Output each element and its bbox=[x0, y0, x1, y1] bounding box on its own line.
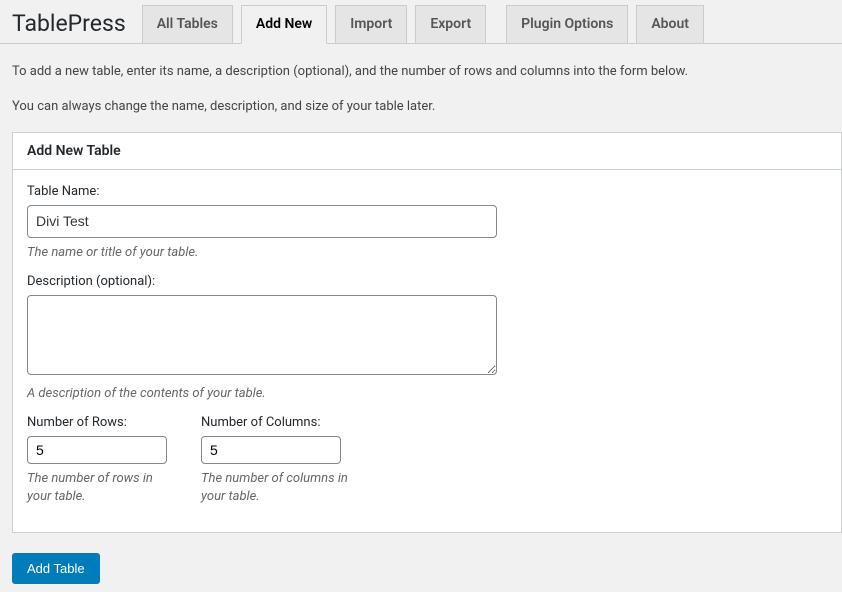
intro-text: To add a new table, enter its name, a de… bbox=[0, 44, 842, 118]
table-name-hint: The name or title of your table. bbox=[27, 244, 827, 262]
columns-input[interactable] bbox=[201, 436, 341, 464]
rows-hint: The number of rows in your table. bbox=[27, 470, 177, 506]
intro-line-2: You can always change the name, descript… bbox=[12, 97, 830, 118]
description-hint: A description of the contents of your ta… bbox=[27, 385, 827, 403]
rows-label: Number of Rows: bbox=[27, 415, 177, 430]
tab-import[interactable]: Import bbox=[335, 5, 407, 44]
rows-input[interactable] bbox=[27, 436, 167, 464]
tab-export[interactable]: Export bbox=[415, 5, 486, 44]
nav-tab-bar: TablePress All Tables Add New Import Exp… bbox=[0, 0, 842, 44]
tab-plugin-options[interactable]: Plugin Options bbox=[506, 5, 628, 44]
intro-line-1: To add a new table, enter its name, a de… bbox=[12, 62, 830, 83]
columns-label: Number of Columns: bbox=[201, 415, 351, 430]
box-title: Add New Table bbox=[13, 133, 841, 170]
tab-all-tables[interactable]: All Tables bbox=[142, 5, 233, 44]
table-name-label: Table Name: bbox=[27, 184, 827, 199]
tab-add-new[interactable]: Add New bbox=[241, 5, 327, 44]
page-title: TablePress bbox=[0, 0, 138, 43]
table-name-input[interactable] bbox=[27, 205, 497, 238]
add-table-box: Add New Table Table Name: The name or ti… bbox=[12, 132, 842, 534]
columns-hint: The number of columns in your table. bbox=[201, 470, 351, 506]
add-table-button[interactable]: Add Table bbox=[12, 553, 100, 584]
tab-about[interactable]: About bbox=[636, 5, 704, 44]
description-input[interactable] bbox=[27, 295, 497, 375]
description-label: Description (optional): bbox=[27, 274, 827, 289]
